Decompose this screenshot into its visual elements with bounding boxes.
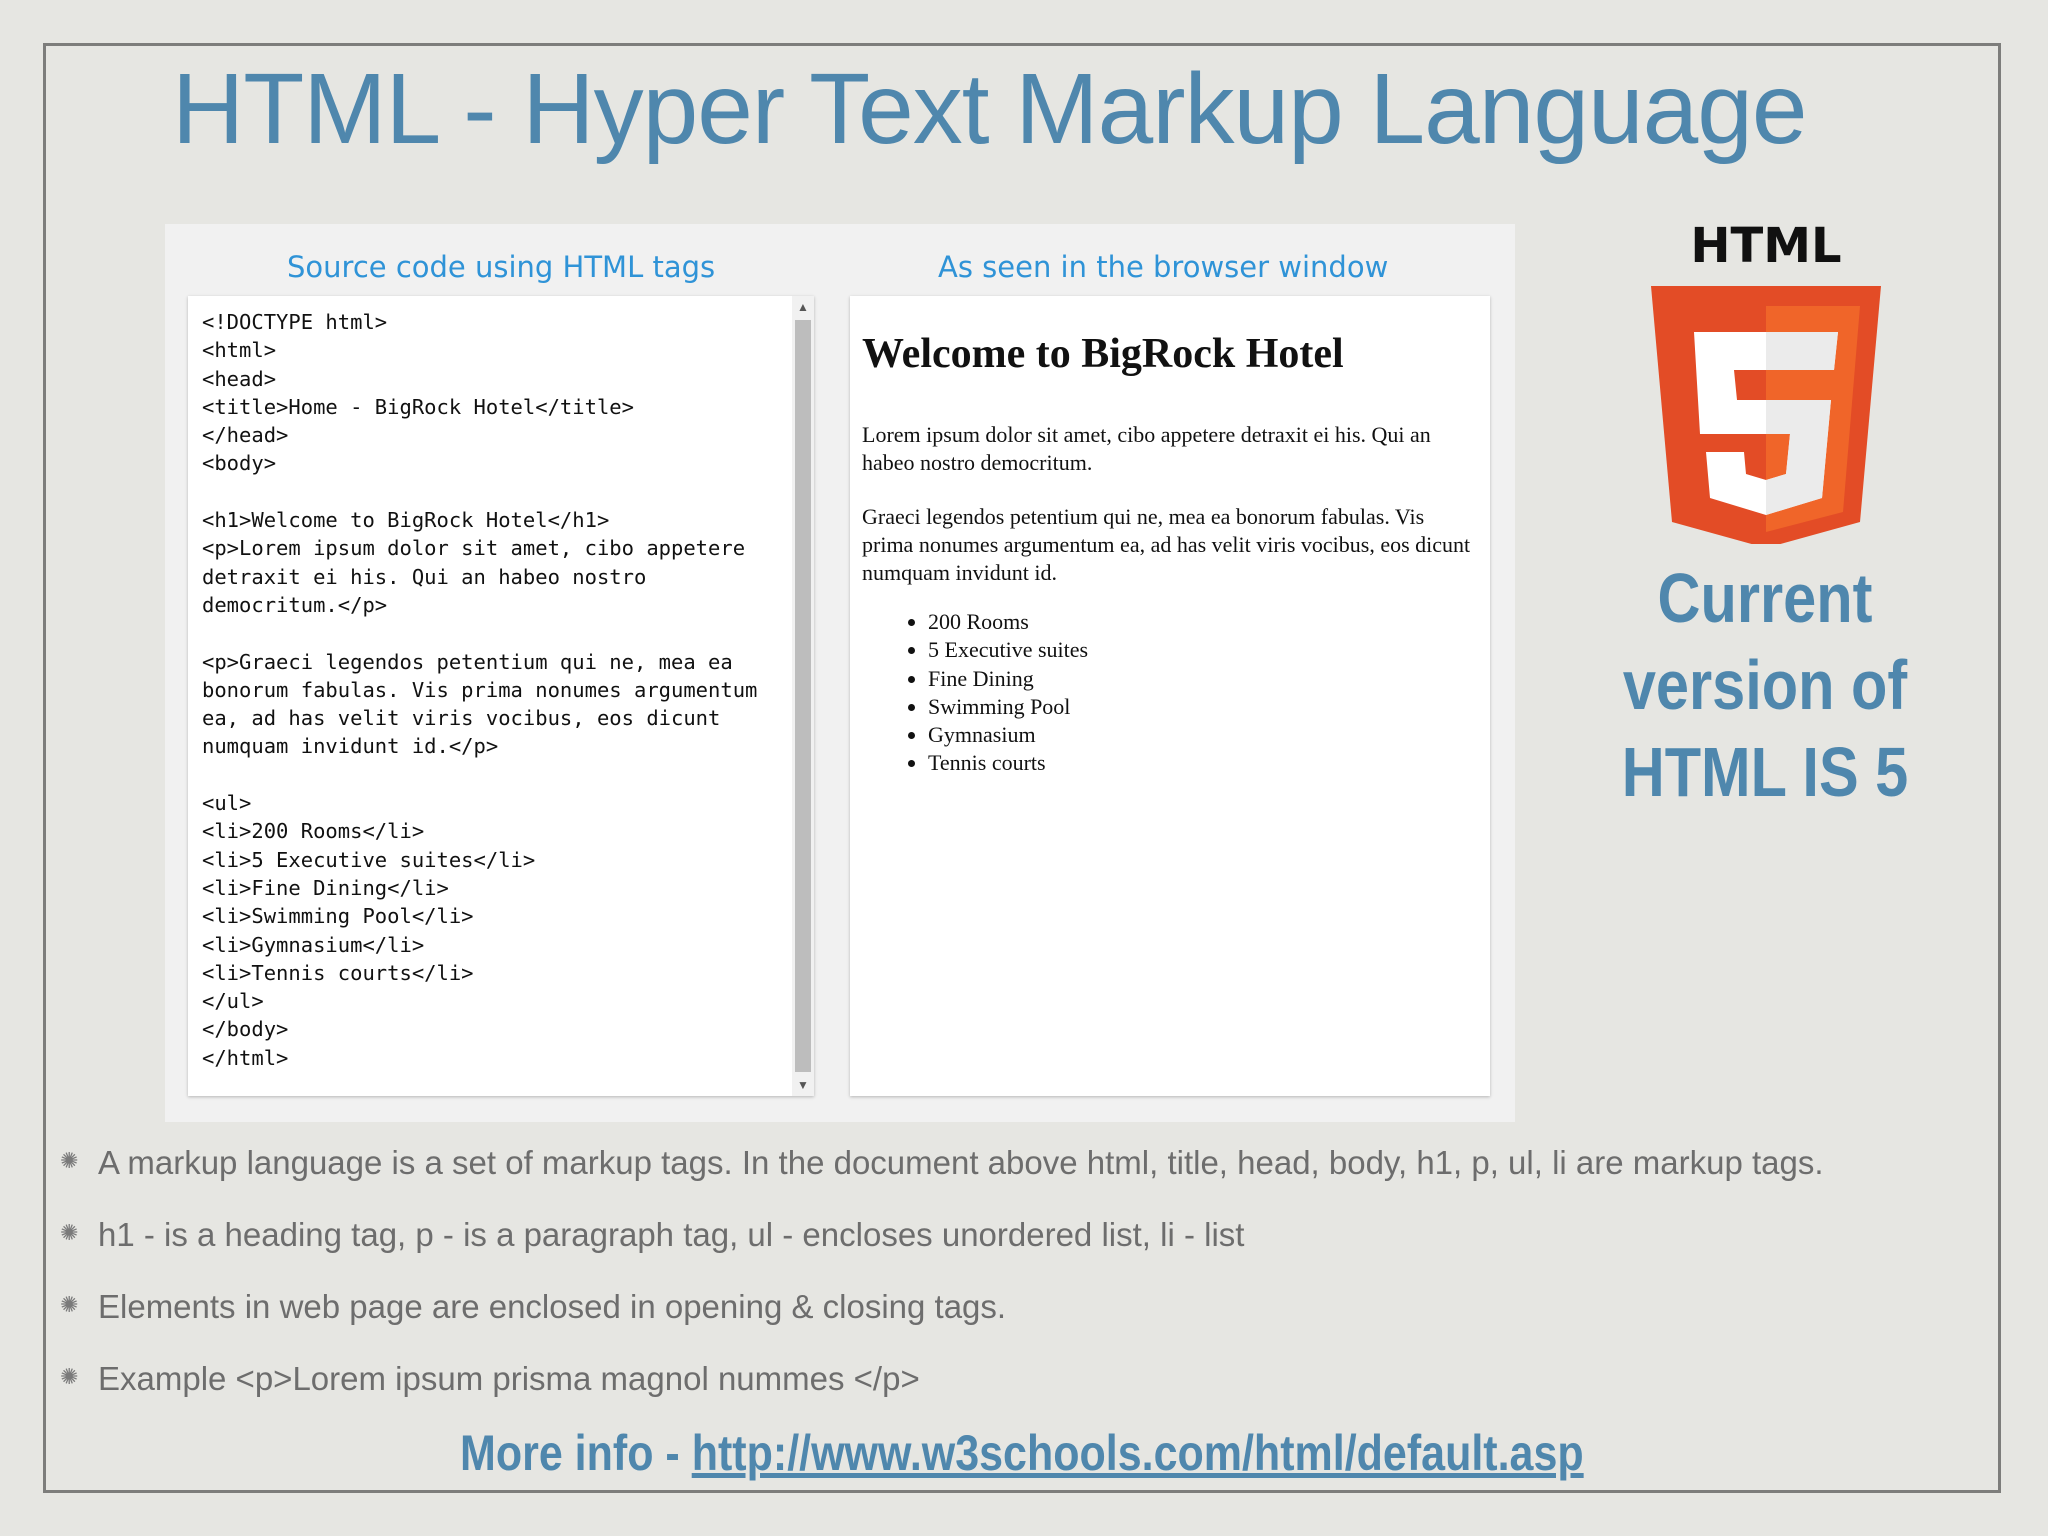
list-item: 5 Executive suites	[928, 636, 1488, 664]
list-item: Swimming Pool	[928, 693, 1488, 721]
w3schools-link[interactable]: http://www.w3schools.com/html/default.as…	[692, 1425, 1584, 1481]
current-version-line: HTML IS 5	[1621, 733, 1909, 811]
bullet-text: A markup language is a set of markup tag…	[98, 1144, 1824, 1181]
triangle-down-icon[interactable]: ▼	[792, 1074, 814, 1096]
html5-logo-label: HTML	[1690, 222, 1841, 274]
source-code-box: <!DOCTYPE html> <html> <head> <title>Hom…	[188, 296, 814, 1096]
more-info-prefix: More info -	[460, 1425, 692, 1481]
asterisk-bullet-icon: ✺	[60, 1364, 79, 1389]
current-version-note: Current version of HTML IS 5	[1574, 555, 1957, 816]
bullet-text: Elements in web page are enclosed in ope…	[98, 1288, 1007, 1325]
bullet-text: h1 - is a heading tag, p - is a paragrap…	[98, 1216, 1245, 1253]
scrollbar-thumb[interactable]	[795, 320, 811, 1072]
bullet-text: Example <p>Lorem ipsum prisma magnol num…	[98, 1360, 920, 1397]
source-code: <!DOCTYPE html> <html> <head> <title>Hom…	[202, 310, 758, 1070]
list-item: Fine Dining	[928, 665, 1488, 693]
current-version-line: Current	[1657, 559, 1873, 637]
list-item: Tennis courts	[928, 749, 1488, 777]
preview-heading: Welcome to BigRock Hotel	[862, 331, 1344, 377]
list-item: 200 Rooms	[928, 608, 1488, 636]
triangle-up-icon[interactable]: ▲	[792, 296, 814, 318]
list-item: Gymnasium	[928, 721, 1488, 749]
asterisk-bullet-icon: ✺	[60, 1292, 79, 1317]
html5-logo-icon: HTML	[1651, 222, 1881, 544]
browser-caption: As seen in the browser window	[938, 250, 1389, 284]
asterisk-bullet-icon: ✺	[60, 1148, 79, 1173]
code-scrollbar[interactable]: ▲ ▼	[792, 296, 814, 1096]
preview-paragraph-1: Lorem ipsum dolor sit amet, cibo appeter…	[862, 422, 1431, 475]
asterisk-bullet-icon: ✺	[60, 1220, 79, 1245]
browser-preview: Welcome to BigRock Hotel Lorem ipsum dol…	[850, 296, 1490, 1096]
example-panel: Source code using HTML tags As seen in t…	[165, 224, 1515, 1122]
source-caption: Source code using HTML tags	[287, 250, 716, 284]
current-version-line: version of	[1622, 646, 1908, 724]
preview-paragraph-2: Graeci legendos petentium qui ne, mea ea…	[862, 504, 1471, 585]
preview-list: 200 Rooms 5 Executive suites Fine Dining…	[862, 608, 1488, 778]
slide-title: HTML - Hyper Text Markup Language	[172, 53, 1807, 165]
more-info: More info - http://www.w3schools.com/htm…	[460, 1424, 1584, 1482]
